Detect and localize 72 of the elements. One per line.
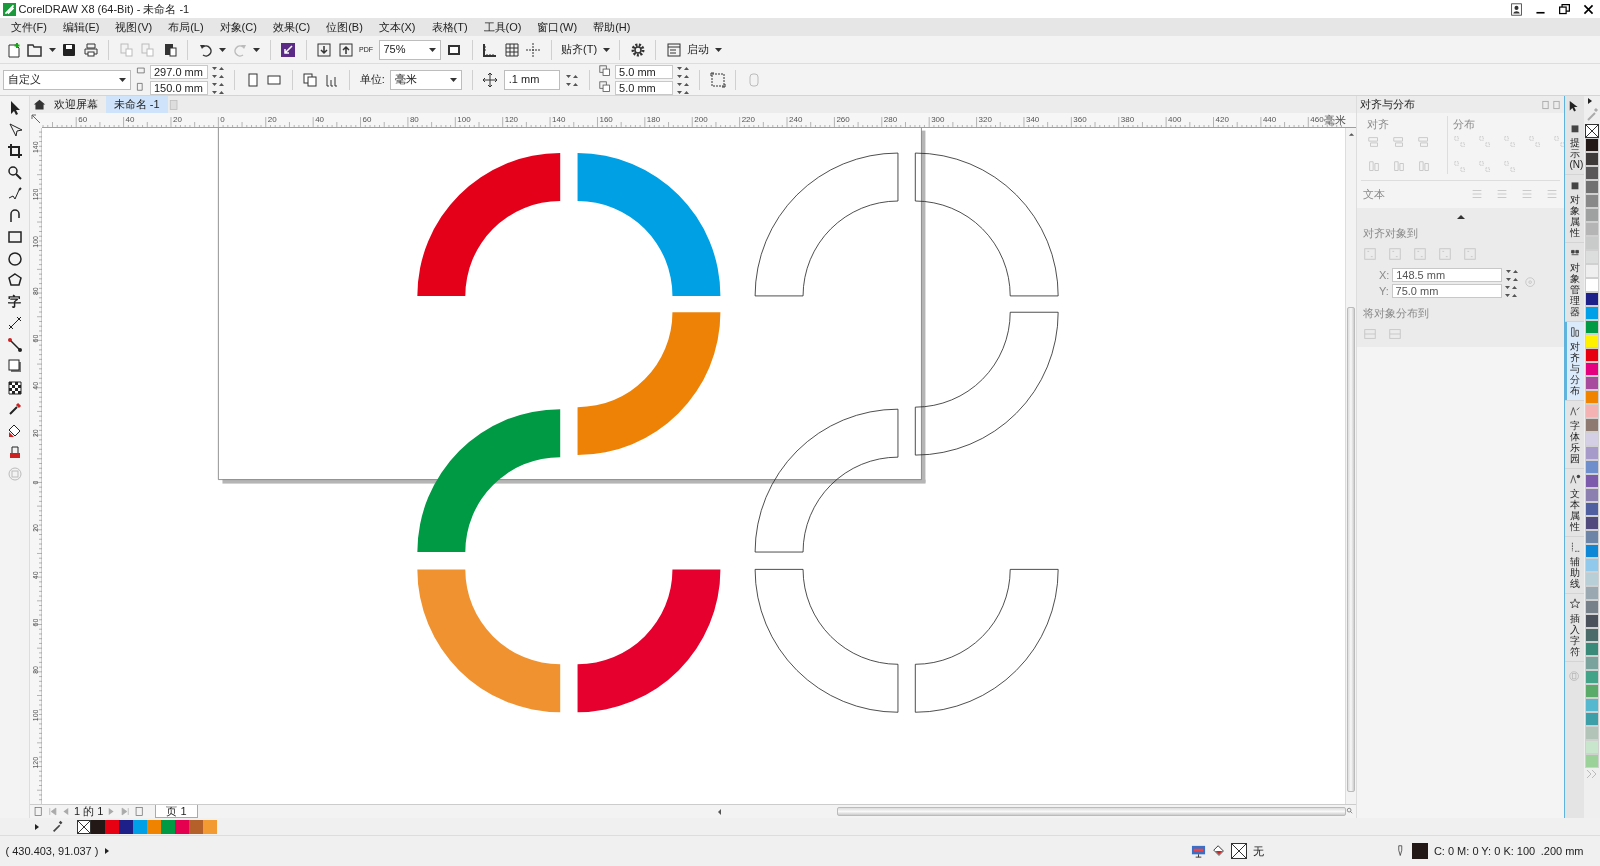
menu-item[interactable]: 效果(C): [264, 18, 319, 36]
ruler-label: 420: [1215, 115, 1229, 124]
ruler-label: 440: [1262, 115, 1277, 124]
document-tab[interactable]: 未命名 -1: [105, 96, 168, 113]
ruler-label: 460: [1310, 115, 1324, 124]
page-size-combo[interactable]: 自定义: [2, 69, 131, 90]
page-height-field[interactable]: 150.0 mm: [150, 80, 208, 95]
ruler-unit: 毫米: [1324, 114, 1346, 126]
snap-to-button[interactable]: 贴齐(T): [561, 41, 598, 58]
ruler-label: 360: [1073, 115, 1087, 124]
text-tool[interactable]: 字: [8, 293, 21, 310]
document-tab[interactable]: 欢迎屏幕: [45, 96, 106, 113]
cursor-coordinates: ( 430.403, 91.037 ): [5, 843, 99, 859]
ruler-label: 160: [599, 115, 613, 124]
page-tab[interactable]: 页 1: [155, 805, 198, 818]
ruler-label: 400: [1168, 115, 1182, 124]
zoom-combo[interactable]: 75%: [378, 39, 441, 60]
duplicate-y-field[interactable]: 5.0 mm: [615, 80, 674, 95]
units-label: 单位:: [359, 72, 385, 88]
ruler-label: 0: [220, 115, 225, 124]
ruler-label: 320: [978, 115, 992, 124]
ruler-label: 60: [362, 115, 372, 124]
menu-item[interactable]: 窗口(W): [529, 18, 586, 36]
ruler-label: 220: [741, 115, 755, 124]
menu-item[interactable]: 视图(V): [107, 18, 161, 36]
outline-width-label: .200 mm: [1540, 843, 1584, 859]
ruler-label: 180: [646, 115, 661, 124]
ruler-label: 40: [315, 115, 325, 124]
ruler-label: 340: [1025, 115, 1040, 124]
ruler-label: 140: [552, 115, 566, 124]
section-label: 对齐对象到: [1362, 226, 1419, 241]
menu-item[interactable]: 编辑(E): [54, 18, 108, 36]
menu-item[interactable]: 文件(F): [2, 18, 55, 36]
menu-item[interactable]: 布局(L): [160, 18, 212, 36]
docker-title: 对齐与分布: [1359, 97, 1415, 113]
ruler-label: 240: [789, 115, 803, 124]
ruler-label: 260: [836, 115, 850, 124]
page-width-field[interactable]: 297.0 mm: [150, 64, 208, 79]
fill-label: 无: [1252, 843, 1264, 859]
field-label: Y:: [1379, 284, 1389, 299]
menu-item[interactable]: 表格(T): [423, 18, 476, 36]
ruler-label: 40: [125, 115, 135, 124]
field-label: X:: [1379, 267, 1390, 283]
ruler-label: 120: [504, 115, 519, 124]
duplicate-x-field[interactable]: 5.0 mm: [615, 64, 674, 79]
menu-item[interactable]: 对象(C): [211, 18, 265, 36]
section-label: 将对象分布到: [1362, 306, 1430, 321]
ruler-label: 300: [931, 115, 945, 124]
ruler-label: 380: [1120, 115, 1135, 124]
menu-item[interactable]: 文本(X): [370, 18, 424, 36]
units-combo[interactable]: 毫米: [390, 69, 463, 90]
menu-item[interactable]: 位图(B): [318, 18, 371, 36]
y-field[interactable]: 75.0 mm: [1391, 284, 1502, 299]
docker-tab[interactable]: 对齐与分布: [1565, 322, 1584, 401]
section-label: 分布: [1453, 116, 1476, 132]
window-title: CorelDRAW X8 (64-Bit) - 未命名 -1: [18, 1, 190, 17]
menu-item[interactable]: 工具(O): [475, 18, 530, 36]
ruler-label: 60: [78, 115, 88, 124]
ruler-label: 80: [409, 115, 419, 124]
ruler-label: 100: [457, 115, 471, 124]
ruler-label: 20: [173, 115, 182, 124]
page-counter: 1 的 1: [74, 804, 104, 820]
nudge-field[interactable]: .1 mm: [503, 69, 560, 90]
ruler-label: 20: [267, 115, 277, 124]
menu-item[interactable]: 帮助(H): [585, 18, 639, 36]
section-label: 文本: [1362, 187, 1385, 202]
section-label: 对齐: [1366, 116, 1390, 132]
ruler-label: 200: [694, 115, 708, 124]
x-field[interactable]: 148.5 mm: [1392, 267, 1503, 282]
launch-button[interactable]: 启动: [687, 41, 710, 58]
ruler-label: 280: [883, 115, 898, 124]
outline-color-label: C: 0 M: 0 Y: 0 K: 100: [1433, 843, 1536, 859]
